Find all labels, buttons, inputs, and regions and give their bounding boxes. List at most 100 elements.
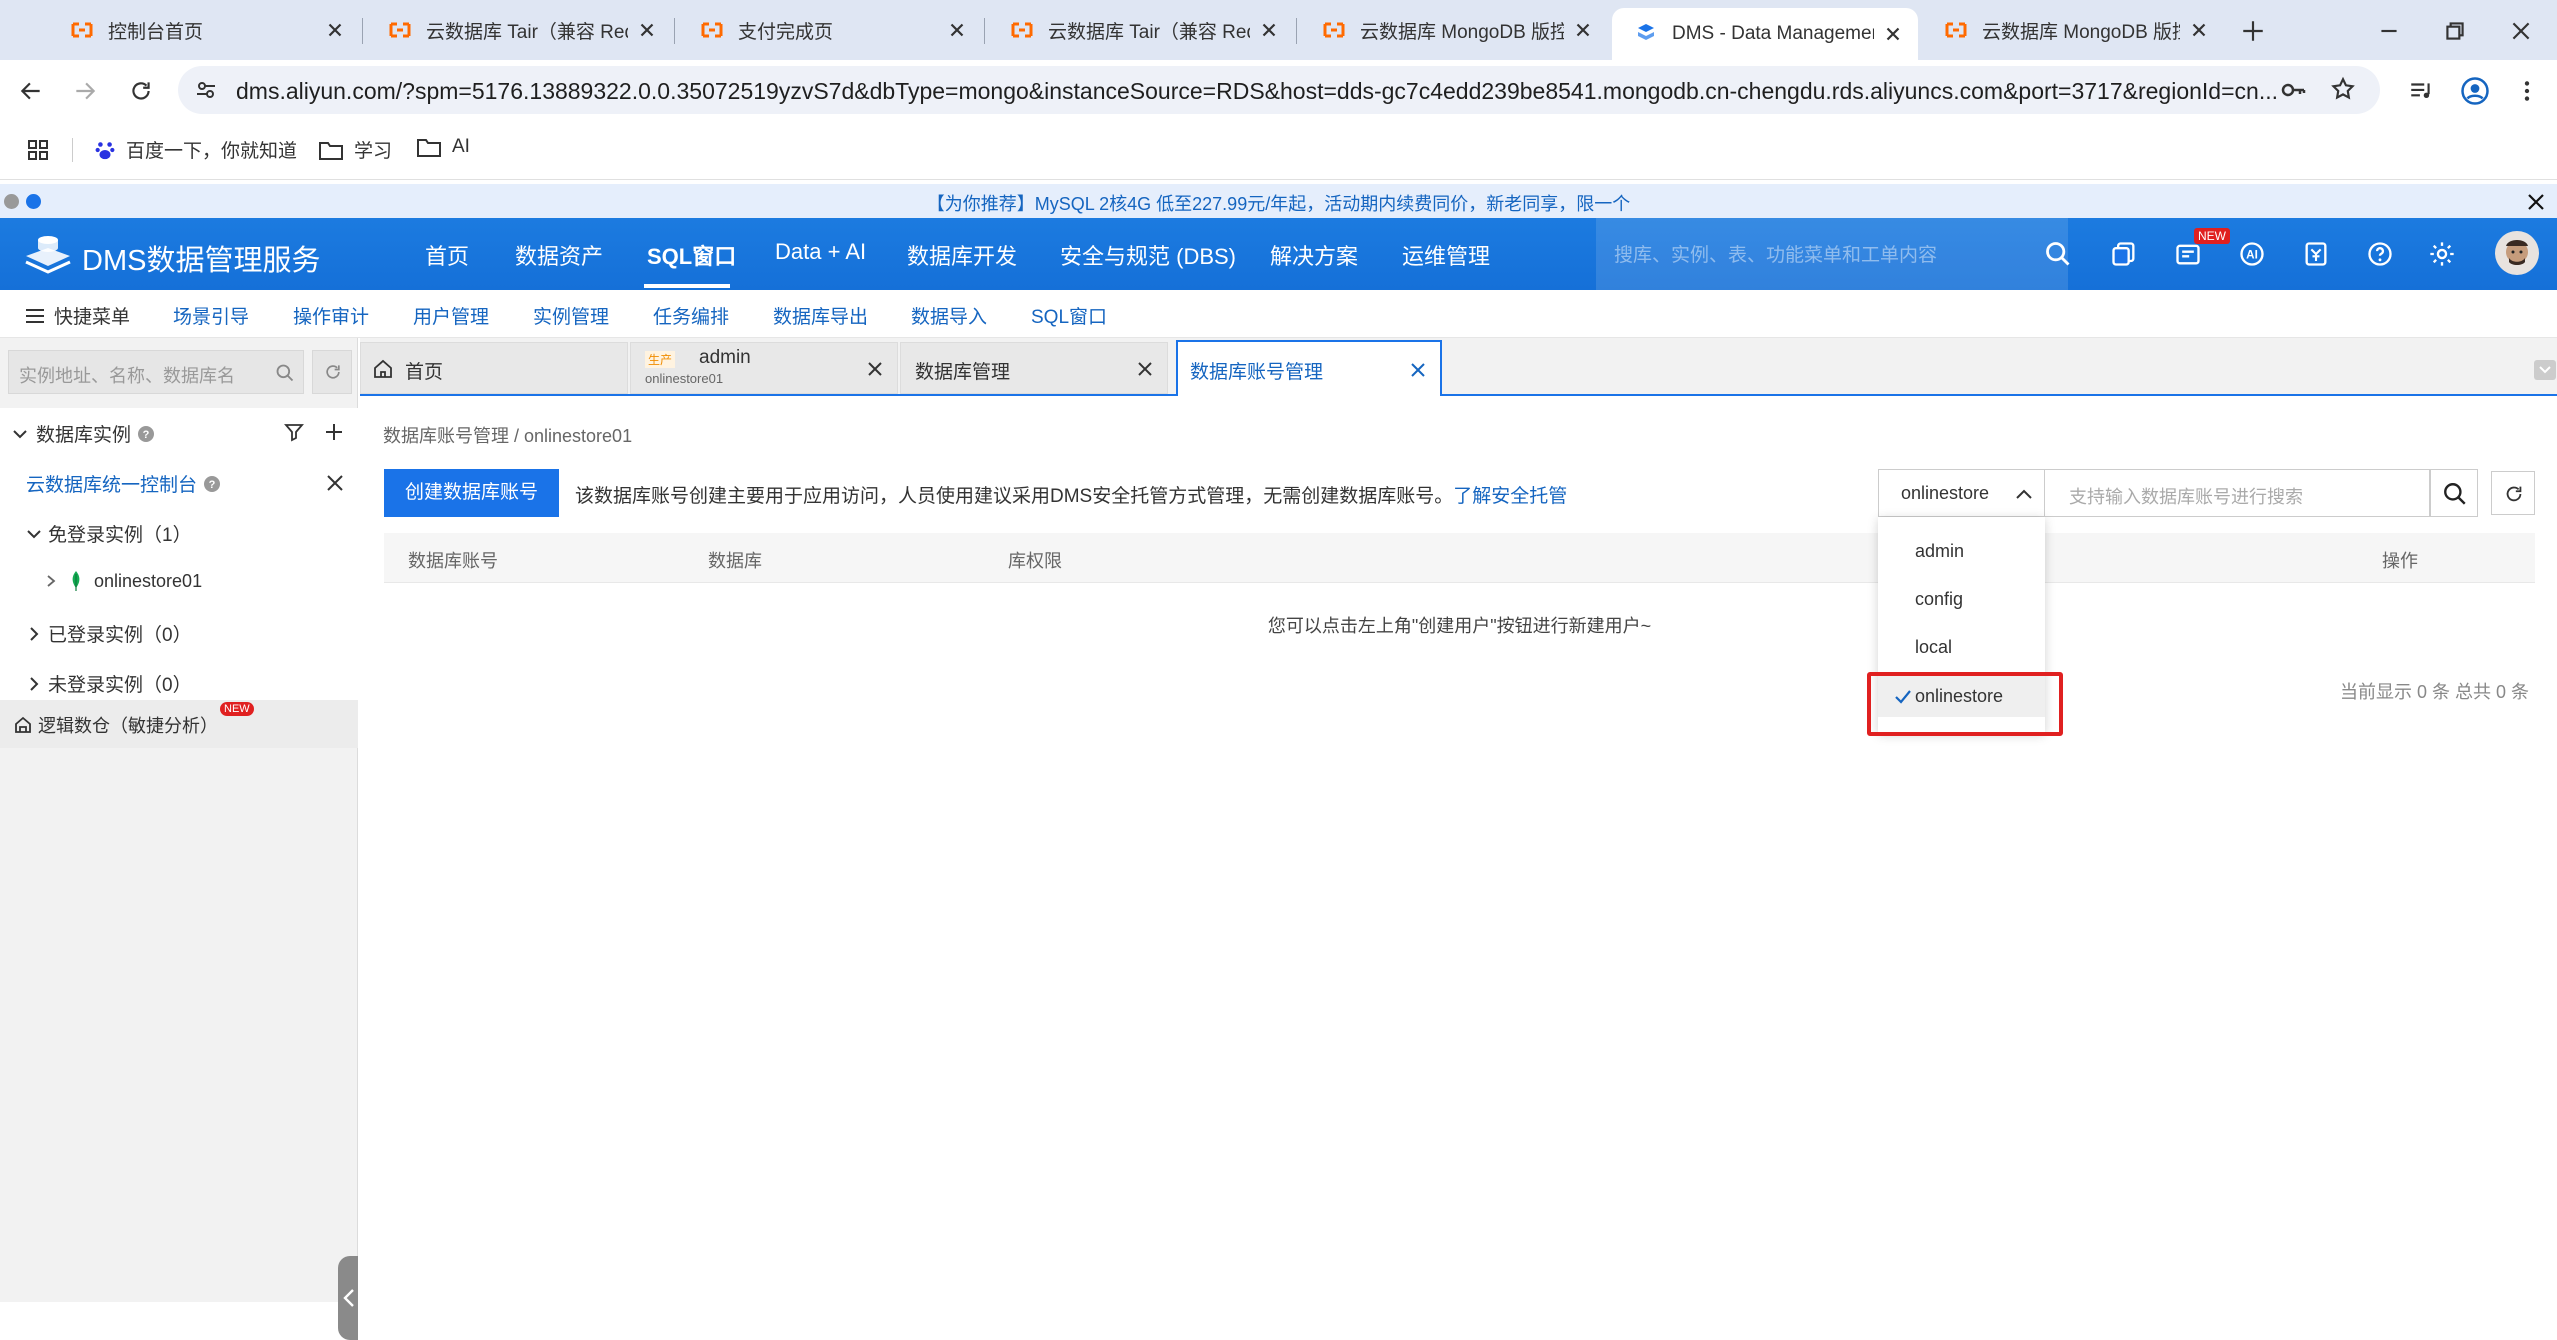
tab-admin[interactable]: 生产 admin onlinestore01 <box>630 342 898 394</box>
bookmark-label: 学习 <box>354 141 393 162</box>
tab-home[interactable]: 首页 <box>360 342 628 394</box>
copy-task-icon[interactable] <box>2110 240 2138 268</box>
close-icon[interactable] <box>636 19 658 41</box>
nav-data-assets[interactable]: 数据资产 <box>515 239 603 271</box>
announcement-text[interactable]: 【为你推荐】MySQL 2核4G 低至227.99元/年起，活动期内续费同价，新… <box>0 190 2557 216</box>
sidebar-collapse-handle[interactable] <box>338 1256 358 1340</box>
profile-icon[interactable] <box>2460 76 2490 106</box>
tab-db-management[interactable]: 数据库管理 <box>900 342 1168 394</box>
quick-data-import[interactable]: 数据导入 <box>911 302 987 329</box>
close-icon[interactable] <box>1882 23 1904 45</box>
quick-menu-toggle[interactable]: 快捷菜单 <box>24 302 130 329</box>
bookmark-folder-ai[interactable]: AI <box>416 136 470 158</box>
group-free-login[interactable]: 免登录实例（1） <box>26 520 192 547</box>
database-select[interactable]: onlinestore <box>1878 469 2045 517</box>
product-title[interactable]: DMS数据管理服务 <box>82 237 320 279</box>
address-bar[interactable]: dms.aliyun.com/?spm=5176.13889322.0.0.35… <box>178 66 2380 114</box>
nav-home[interactable]: 首页 <box>425 239 469 271</box>
nav-solutions[interactable]: 解决方案 <box>1270 239 1358 271</box>
minimize-icon[interactable] <box>2376 18 2402 44</box>
restore-icon[interactable] <box>2442 18 2468 44</box>
help-icon[interactable]: ? <box>137 425 155 443</box>
close-icon[interactable] <box>2526 192 2546 212</box>
tab-menu-button[interactable] <box>2534 360 2556 380</box>
close-icon[interactable] <box>2188 19 2210 41</box>
group-not-logged-in[interactable]: 未登录实例（0） <box>26 670 192 697</box>
apps-grid-icon[interactable] <box>26 138 50 162</box>
new-tab-icon[interactable] <box>2240 18 2266 44</box>
group-logged-in[interactable]: 已登录实例（0） <box>26 620 192 647</box>
section-db-instances[interactable]: 数据库实例 ? <box>12 420 155 447</box>
url-text: dms.aliyun.com/?spm=5176.13889322.0.0.35… <box>236 78 2278 104</box>
search-icon[interactable] <box>275 363 295 383</box>
browser-tab[interactable]: 云数据库 MongoDB 版控 <box>1922 8 2224 52</box>
ticket-icon[interactable] <box>2174 240 2202 268</box>
close-icon[interactable] <box>865 359 885 379</box>
close-icon[interactable] <box>324 19 346 41</box>
media-icon[interactable] <box>2408 78 2434 104</box>
nav-sql-window[interactable]: SQL窗口 <box>647 239 736 271</box>
create-db-account-button[interactable]: 创建数据库账号 <box>384 469 559 517</box>
filter-icon[interactable] <box>284 422 304 442</box>
logic-warehouse-item[interactable]: 逻辑数仓（敏捷分析） NEW <box>0 700 358 748</box>
bookmark-folder-study[interactable]: 学习 <box>318 136 392 163</box>
more-menu-icon[interactable] <box>2514 76 2540 106</box>
close-icon[interactable] <box>946 19 968 41</box>
billing-icon[interactable] <box>2302 240 2330 268</box>
quick-audit[interactable]: 操作审计 <box>293 302 369 329</box>
help-icon[interactable] <box>2366 240 2394 268</box>
browser-tab-active[interactable]: DMS - Data Management <box>1612 8 1918 60</box>
instance-tree: 数据库实例 ? 云数据库统一控制台 ? 免登录实例（1） onlinestore… <box>0 408 358 743</box>
forward-icon[interactable] <box>72 78 98 104</box>
ai-assistant-icon[interactable]: AI <box>2238 240 2266 268</box>
learn-secure-hosting-link[interactable]: 了解安全托管 <box>1453 486 1567 507</box>
reload-icon[interactable] <box>128 78 154 104</box>
close-icon[interactable] <box>1135 359 1155 379</box>
console-link[interactable]: 云数据库统一控制台 ? <box>26 470 221 497</box>
quick-task-orchestration[interactable]: 任务编排 <box>653 302 729 329</box>
quick-instance-management[interactable]: 实例管理 <box>533 302 609 329</box>
dropdown-option-local[interactable]: local <box>1878 623 2045 671</box>
quick-sql-window[interactable]: SQL窗口 <box>1031 302 1107 329</box>
browser-tab[interactable]: 云数据库 Tair（兼容 Redis <box>988 8 1294 52</box>
settings-gear-icon[interactable] <box>2428 240 2456 268</box>
window-close-icon[interactable] <box>2508 18 2534 44</box>
refresh-button[interactable] <box>312 350 352 394</box>
search-placeholder: 实例地址、名称、数据库名 <box>19 366 235 386</box>
close-icon[interactable] <box>1572 19 1594 41</box>
add-icon[interactable] <box>324 422 344 442</box>
close-icon[interactable] <box>1258 19 1280 41</box>
global-search-input[interactable]: 搜库、实例、表、功能菜单和工单内容 <box>1596 218 2070 290</box>
user-avatar[interactable] <box>2494 230 2540 276</box>
site-info-icon[interactable] <box>194 78 218 102</box>
quick-user-management[interactable]: 用户管理 <box>413 302 489 329</box>
bookmark-star-icon[interactable] <box>2330 76 2356 102</box>
search-button[interactable] <box>2430 469 2478 517</box>
browser-tab[interactable]: 云数据库 Tair（兼容 Redis <box>366 8 672 52</box>
dms-logo-icon[interactable] <box>22 232 74 276</box>
browser-tab[interactable]: 控制台首页 <box>48 8 360 52</box>
nav-db-development[interactable]: 数据库开发 <box>907 239 1017 271</box>
close-icon[interactable] <box>326 474 344 492</box>
browser-tab[interactable]: 云数据库 MongoDB 版控 <box>1300 8 1608 52</box>
dropdown-option-config[interactable]: config <box>1878 575 2045 623</box>
bookmark-baidu[interactable]: 百度一下，你就知道 <box>94 136 297 163</box>
nav-security[interactable]: 安全与规范 (DBS) <box>1060 239 1236 271</box>
column-database: 数据库 <box>708 551 762 571</box>
nav-ops[interactable]: 运维管理 <box>1402 239 1490 271</box>
instance-search-input[interactable]: 实例地址、名称、数据库名 <box>8 350 304 394</box>
account-search-input[interactable]: 支持输入数据库账号进行搜索 <box>2045 469 2430 517</box>
nav-data-ai[interactable]: Data + AI <box>775 239 866 265</box>
password-key-icon[interactable] <box>2280 78 2306 102</box>
browser-tab[interactable]: 支付完成页 <box>678 8 982 52</box>
close-icon[interactable] <box>1408 360 1428 380</box>
quick-db-export[interactable]: 数据库导出 <box>773 302 868 329</box>
instance-onlinestore01[interactable]: onlinestore01 <box>44 570 202 592</box>
help-icon[interactable]: ? <box>203 475 221 493</box>
back-icon[interactable] <box>18 78 44 104</box>
dropdown-option-admin[interactable]: admin <box>1878 527 2045 575</box>
quick-scene-guide[interactable]: 场景引导 <box>173 302 249 329</box>
tab-db-account-management[interactable]: 数据库账号管理 <box>1176 340 1442 396</box>
search-icon[interactable] <box>2044 240 2072 268</box>
refresh-button[interactable] <box>2491 471 2535 515</box>
